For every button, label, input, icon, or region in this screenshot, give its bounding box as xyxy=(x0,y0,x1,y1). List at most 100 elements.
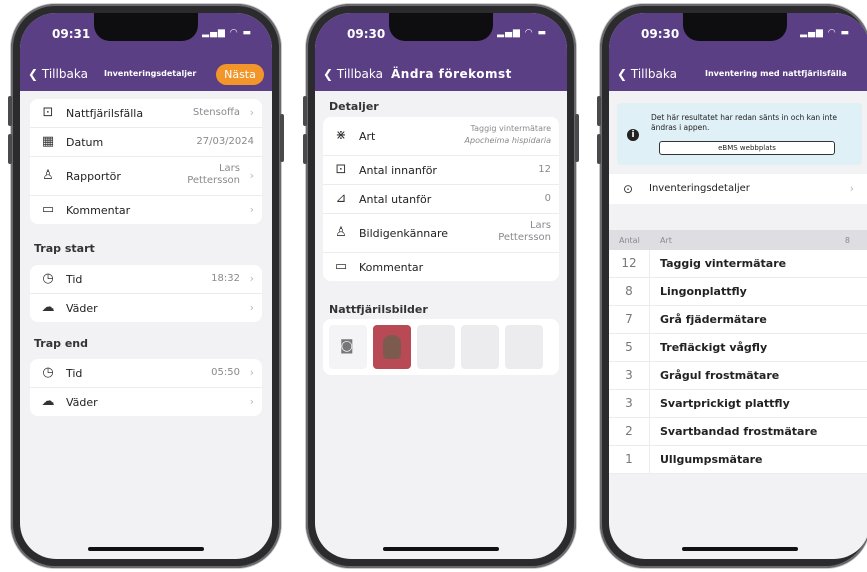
notch xyxy=(389,13,493,41)
back-button[interactable]: ❮ Tillbaka xyxy=(323,67,383,81)
row-start-weather[interactable]: ☁ Väder › xyxy=(30,294,262,322)
col-species-header: Art xyxy=(660,236,672,245)
identifier-label: Bildigenkännare xyxy=(359,227,449,240)
comment-icon: ▭ xyxy=(334,259,348,274)
photos-heading: Nattfjärilsbilder xyxy=(329,303,428,316)
reporter-first: Lars xyxy=(218,163,240,174)
divider xyxy=(649,334,650,361)
home-indicator[interactable] xyxy=(88,547,204,551)
chevron-right-icon: › xyxy=(249,395,254,408)
person-icon: ♙ xyxy=(335,225,347,240)
volume-down-button xyxy=(597,134,601,164)
power-button xyxy=(280,114,284,162)
row-identifier[interactable]: ♙ Bildigenkännare Lars Pettersson xyxy=(323,214,559,253)
species-count: 3 xyxy=(625,368,633,382)
row-end-weather[interactable]: ☁ Väder › xyxy=(30,388,262,416)
divider xyxy=(649,362,650,389)
row-reporter[interactable]: ♙ Rapportör Lars Pettersson › xyxy=(30,157,262,196)
person-icon: ♙ xyxy=(42,168,54,183)
page-title: Inventeringsdetaljer xyxy=(104,69,197,78)
empty-photo-slot xyxy=(417,325,455,369)
status-time: 09:31 xyxy=(52,27,91,41)
back-button[interactable]: ❮ Tillbaka xyxy=(617,67,677,81)
species-row[interactable]: 1 Ullgumpsmätare xyxy=(609,446,867,474)
comment-label: Kommentar xyxy=(359,261,424,274)
chevron-right-icon: › xyxy=(849,182,854,195)
species-row[interactable]: 12 Taggig vintermätare xyxy=(609,250,867,278)
row-comment[interactable]: ▭ Kommentar › xyxy=(30,196,262,224)
status-bar: 09:30 ▂▄▆ ◠ ▬ xyxy=(315,13,567,59)
back-label: Tillbaka xyxy=(41,67,88,81)
cloud-icon: ☁ xyxy=(41,300,55,315)
species-row[interactable]: 8 Lingonplattfly xyxy=(609,278,867,306)
trap-value: Stensoffa xyxy=(192,107,240,118)
location-pin-icon: ⊙ xyxy=(623,182,634,196)
trap-icon: ⊡ xyxy=(42,105,54,120)
row-end-time[interactable]: ◷ Tid 05:50 › xyxy=(30,359,262,388)
inside-label: Antal innanför xyxy=(359,164,437,177)
volume-up-button xyxy=(8,96,12,126)
back-label: Tillbaka xyxy=(336,67,383,81)
power-button xyxy=(575,114,579,162)
divider xyxy=(649,278,650,305)
details-card: ⋇ Art Taggig vintermätare Apocheima hispi… xyxy=(323,117,559,281)
notch xyxy=(94,13,198,41)
page-title: Ändra förekomst xyxy=(391,67,512,81)
home-indicator[interactable] xyxy=(681,547,798,551)
species-count: 7 xyxy=(625,312,633,326)
back-label: Tillbaka xyxy=(630,67,677,81)
species-count: 8 xyxy=(625,284,633,298)
camera-icon: ◙ xyxy=(340,338,354,354)
row-count-outside[interactable]: ⊿ Antal utanför 0 xyxy=(323,185,559,214)
species-row[interactable]: 5 Trefläckigt vågfly xyxy=(609,334,867,362)
identifier-value: Lars Pettersson xyxy=(498,220,551,244)
row-trap[interactable]: ⊡ Nattfjärilsfälla Stensoffa › xyxy=(30,99,262,128)
chevron-left-icon: ❮ xyxy=(617,67,628,81)
species-total-count: 8 xyxy=(844,236,850,245)
row-comment[interactable]: ▭ Kommentar xyxy=(323,253,559,281)
species-label: Art xyxy=(359,130,376,143)
trap-outside-icon: ⊿ xyxy=(335,191,347,206)
species-name: Grågul frostmätare xyxy=(660,369,780,382)
species-row[interactable]: 3 Grågul frostmätare xyxy=(609,362,867,390)
divider xyxy=(649,250,650,277)
comment-icon: ▭ xyxy=(41,202,55,217)
screen: 09:30 ▂▄▆ ◠ ▬ ❮ Tillbaka Inventering med… xyxy=(609,13,867,559)
chevron-right-icon: › xyxy=(249,106,254,119)
divider xyxy=(649,446,650,473)
status-bar: 09:30 ▂▄▆ ◠ ▬ xyxy=(609,13,867,59)
trap-icon: ⊡ xyxy=(335,162,347,177)
row-species[interactable]: ⋇ Art Taggig vintermätare Apocheima hispi… xyxy=(323,117,559,156)
species-row[interactable]: 7 Grå fjädermätare xyxy=(609,306,867,334)
row-date[interactable]: ▦ Datum 27/03/2024 xyxy=(30,128,262,157)
end-weather-label: Väder xyxy=(66,396,98,409)
moth-photo-thumbnail[interactable] xyxy=(373,325,411,369)
species-name: Svartbandad frostmätare xyxy=(660,425,818,438)
back-button[interactable]: ❮ Tillbaka xyxy=(28,67,88,81)
signal-wifi-battery-icon: ▂▄▆ ◠ ▬ xyxy=(800,28,850,38)
row-count-inside[interactable]: ⊡ Antal innanför 12 xyxy=(323,156,559,185)
reporter-label: Rapportör xyxy=(66,170,121,183)
info-icon: i xyxy=(627,129,639,141)
row-start-time[interactable]: ◷ Tid 18:32 › xyxy=(30,265,262,294)
species-common-name: Taggig vintermätare xyxy=(470,124,551,133)
add-photo-button[interactable]: ◙ xyxy=(329,325,367,369)
end-time-label: Tid xyxy=(66,367,83,380)
home-indicator[interactable] xyxy=(383,547,499,551)
ebms-website-button[interactable]: eBMS webbplats xyxy=(659,141,835,155)
start-time-value: 18:32 xyxy=(211,273,240,284)
cloud-icon: ☁ xyxy=(41,394,55,409)
survey-details-link[interactable]: ⊙ Inventeringsdetaljer › xyxy=(609,174,867,204)
species-row[interactable]: 2 Svartbandad frostmätare xyxy=(609,418,867,446)
nav-bar: ❮ Tillbaka Ändra förekomst xyxy=(315,59,567,91)
col-count-header: Antal xyxy=(619,236,640,245)
date-value: 27/03/2024 xyxy=(196,136,254,147)
species-count: 2 xyxy=(625,424,633,438)
species-row[interactable]: 3 Svartprickigt plattfly xyxy=(609,390,867,418)
status-bar: 09:31 ▂▄▆ ◠ ▬ xyxy=(20,13,272,59)
clock-icon: ◷ xyxy=(42,365,54,380)
next-button[interactable]: Nästa xyxy=(216,64,264,85)
empty-photo-slot xyxy=(461,325,499,369)
screen: 09:30 ▂▄▆ ◠ ▬ ❮ Tillbaka Ändra förekomst… xyxy=(315,13,567,559)
phone-survey-result: 09:30 ▂▄▆ ◠ ▬ ❮ Tillbaka Inventering med… xyxy=(597,4,867,568)
